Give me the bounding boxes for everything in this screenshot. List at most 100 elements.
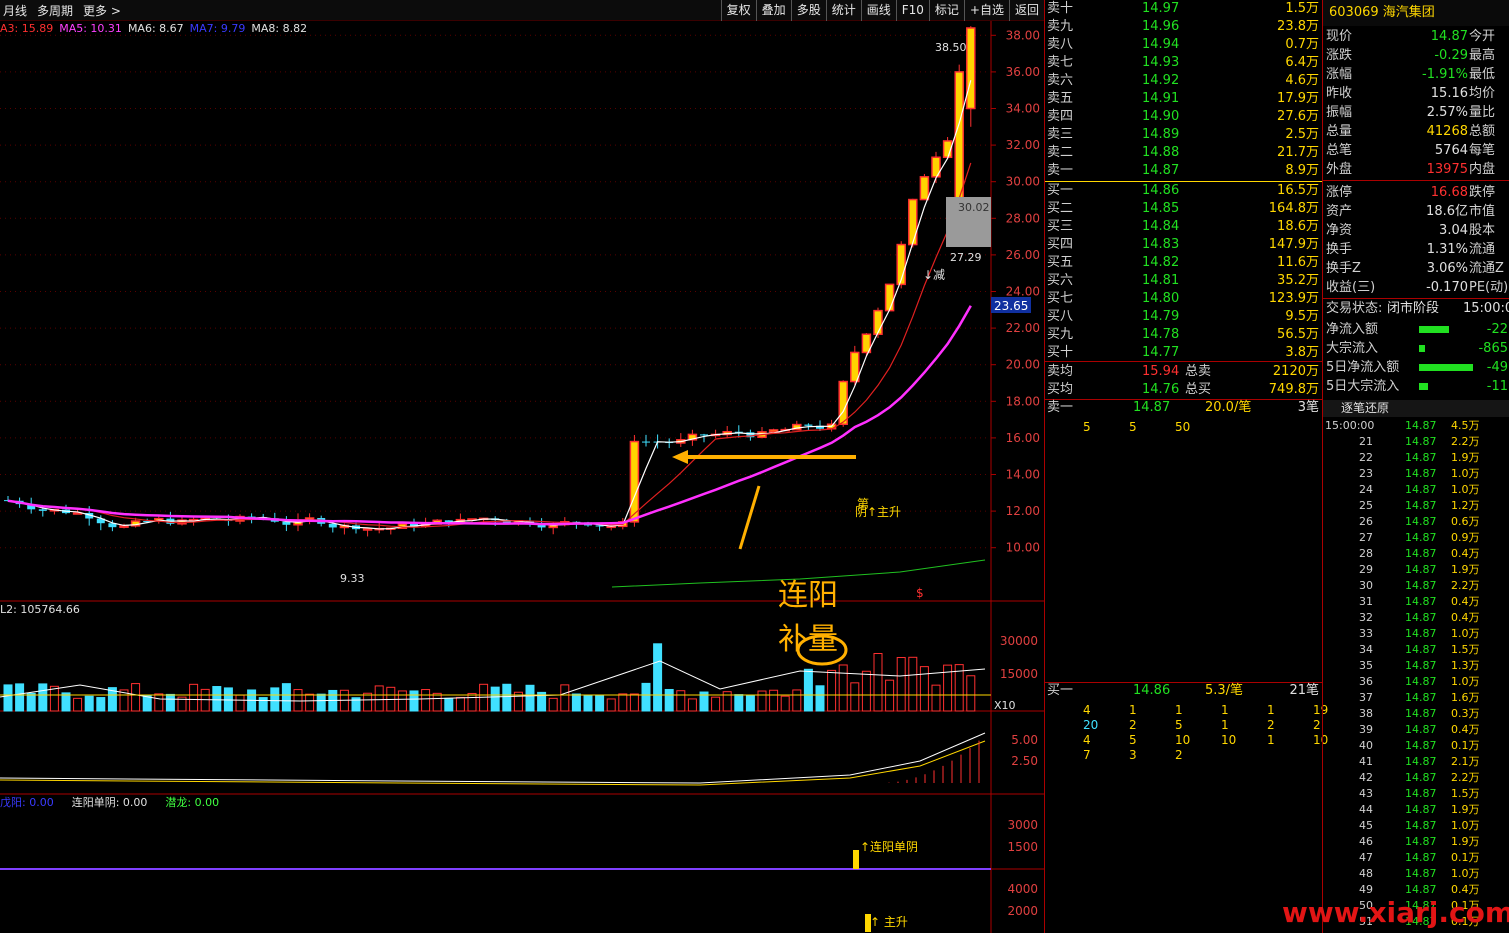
- volume-bar: [885, 679, 895, 712]
- flow-bar: [1419, 345, 1425, 352]
- stock-header[interactable]: 603069 海汽集团: [1323, 0, 1509, 26]
- queue-order: 1: [1221, 703, 1229, 717]
- candle-body: [954, 71, 964, 201]
- tick-price: 14.87: [1405, 483, 1437, 496]
- tick-price: 14.87: [1405, 467, 1437, 480]
- tick-time: 40: [1359, 739, 1373, 752]
- sell-level-5[interactable]: 卖五 14.91 17.9万: [1045, 90, 1323, 108]
- level-price: 14.91: [1142, 91, 1180, 106]
- sell-level-8[interactable]: 卖八 14.94 0.7万: [1045, 36, 1323, 54]
- sell-level-1[interactable]: 卖一 14.87 8.9万: [1045, 162, 1323, 180]
- price-tick: 14.00: [1006, 468, 1040, 482]
- tick-row: 32 14.87 0.4万: [1323, 610, 1509, 626]
- toolbar-buttons: 复权 叠加 多股 统计 画线 F10 标记 +自选 返回: [720, 0, 1044, 21]
- quote-key-2: 流通: [1469, 242, 1496, 257]
- buy-level-8[interactable]: 买八 14.79 9.5万: [1045, 308, 1323, 326]
- buy-level-3[interactable]: 买三 14.84 18.6万: [1045, 218, 1323, 236]
- level-name: 卖九: [1047, 19, 1074, 34]
- level-volume: 147.9万: [1268, 237, 1319, 252]
- buy-level-1[interactable]: 买一 14.86 16.5万: [1045, 182, 1323, 200]
- signal-tick: 2000: [1007, 904, 1038, 918]
- buy-level-4[interactable]: 买四 14.83 147.9万: [1045, 236, 1323, 254]
- detail-per: 20.0/笔: [1205, 400, 1252, 415]
- volume-bar: [780, 695, 790, 712]
- candle-body: [362, 528, 373, 531]
- price-tick: 34.00: [1006, 102, 1040, 116]
- level-name: 卖五: [1047, 91, 1074, 106]
- quote-value: -1.91%: [1422, 67, 1468, 82]
- level-name: 买五: [1047, 255, 1074, 270]
- toolbar-button-5[interactable]: F10: [895, 0, 929, 21]
- sell-level-3[interactable]: 卖三 14.89 2.5万: [1045, 126, 1323, 144]
- level-volume: 6.4万: [1285, 55, 1319, 70]
- buy-level-5[interactable]: 买五 14.82 11.6万: [1045, 254, 1323, 272]
- tick-row: 40 14.87 0.1万: [1323, 738, 1509, 754]
- sell1_detail-row: 卖一 14.87 20.0/笔 3笔: [1045, 399, 1323, 417]
- tick-time: 27: [1359, 531, 1373, 544]
- toolbar-button-0[interactable]: 复权: [720, 0, 756, 21]
- stroke-annotation: [738, 485, 761, 550]
- tick-price: 14.87: [1405, 723, 1437, 736]
- buy-level-9[interactable]: 买九 14.78 56.5万: [1045, 326, 1323, 344]
- toolbar-button-7[interactable]: +自选: [963, 0, 1009, 21]
- volume-bar: [873, 653, 883, 712]
- toolbar-button-6[interactable]: 标记: [928, 0, 964, 21]
- sell-level-7[interactable]: 卖七 14.93 6.4万: [1045, 54, 1323, 72]
- volume-bar: [931, 684, 941, 712]
- toolbar-button-4[interactable]: 画线: [860, 0, 896, 21]
- tick-price: 14.87: [1405, 611, 1437, 624]
- buy-level-6[interactable]: 买六 14.81 35.2万: [1045, 272, 1323, 290]
- quote-key: 净资: [1326, 223, 1353, 238]
- chart-mark: ↓减: [923, 268, 945, 282]
- quote-key: 外盘: [1326, 162, 1353, 177]
- tick-price: 14.87: [1405, 755, 1437, 768]
- sell-level-2[interactable]: 卖二 14.88 21.7万: [1045, 144, 1323, 162]
- level-price: 14.77: [1142, 345, 1180, 360]
- order-book: 卖十 14.97 1.5万 卖九 14.96 23.8万 卖八 14.94 0.7万 卖七 14.9…: [1044, 0, 1328, 933]
- period-tab-2[interactable]: 更多 >: [83, 2, 121, 19]
- tick-time: 32: [1359, 611, 1373, 624]
- period-tab-1[interactable]: 多周期: [37, 2, 73, 19]
- detail-name: 卖一: [1047, 400, 1074, 415]
- quote-value: 2.57%: [1426, 105, 1468, 120]
- tick-time: 35: [1359, 659, 1373, 672]
- toolbar-button-3[interactable]: 统计: [825, 0, 861, 21]
- level-name: 买七: [1047, 291, 1074, 306]
- tick-time: 33: [1359, 627, 1373, 640]
- tick-time: 42: [1359, 771, 1373, 784]
- level-name: 卖八: [1047, 37, 1074, 52]
- level-volume: 21.7万: [1277, 145, 1319, 160]
- buy-level-7[interactable]: 买七 14.80 123.9万: [1045, 290, 1323, 308]
- sell-level-10[interactable]: 卖十 14.97 1.5万: [1045, 0, 1323, 18]
- toolbar-button-2[interactable]: 多股: [790, 0, 826, 21]
- queue-order: 2: [1175, 748, 1183, 762]
- tick-volume: 1.5万: [1451, 787, 1480, 800]
- tick-price: 14.87: [1405, 867, 1437, 880]
- buy-level-2[interactable]: 买二 14.85 164.8万: [1045, 200, 1323, 218]
- level-volume: 18.6万: [1277, 219, 1319, 234]
- candle-body: [768, 429, 779, 433]
- quote-row: 涨跌 -0.29 最高: [1323, 46, 1509, 65]
- toolbar-button-1[interactable]: 叠加: [755, 0, 791, 21]
- toolbar-button-8[interactable]: 返回: [1008, 0, 1044, 21]
- tick-header[interactable]: 逐笔还原: [1323, 400, 1509, 417]
- tick-price: 14.87: [1405, 531, 1437, 544]
- quote-row: 振幅 2.57% 量比: [1323, 103, 1509, 122]
- period-tab-0[interactable]: 月线: [3, 2, 27, 19]
- price-tag: 30.02: [958, 201, 990, 214]
- sell-level-4[interactable]: 卖四 14.90 27.6万: [1045, 108, 1323, 126]
- signal-legend-item: 连阳单阴: 0.00: [71, 796, 148, 809]
- volume-bar: [850, 682, 860, 712]
- level-name: 卖一: [1047, 163, 1074, 178]
- sell-level-9[interactable]: 卖九 14.96 23.8万: [1045, 18, 1323, 36]
- tick-row: 48 14.87 1.0万: [1323, 866, 1509, 882]
- buy-level-10[interactable]: 买十 14.77 3.8万: [1045, 344, 1323, 362]
- flow-value: -49: [1486, 360, 1508, 375]
- tick-row: 41 14.87 2.1万: [1323, 754, 1509, 770]
- candle-body: [908, 198, 918, 246]
- sell-level-6[interactable]: 卖六 14.92 4.6万: [1045, 72, 1323, 90]
- volume-bar: [421, 689, 431, 712]
- quote-value: 5764: [1434, 143, 1468, 158]
- tick-volume: 2.2万: [1451, 579, 1480, 592]
- queue-order: 4: [1083, 733, 1091, 747]
